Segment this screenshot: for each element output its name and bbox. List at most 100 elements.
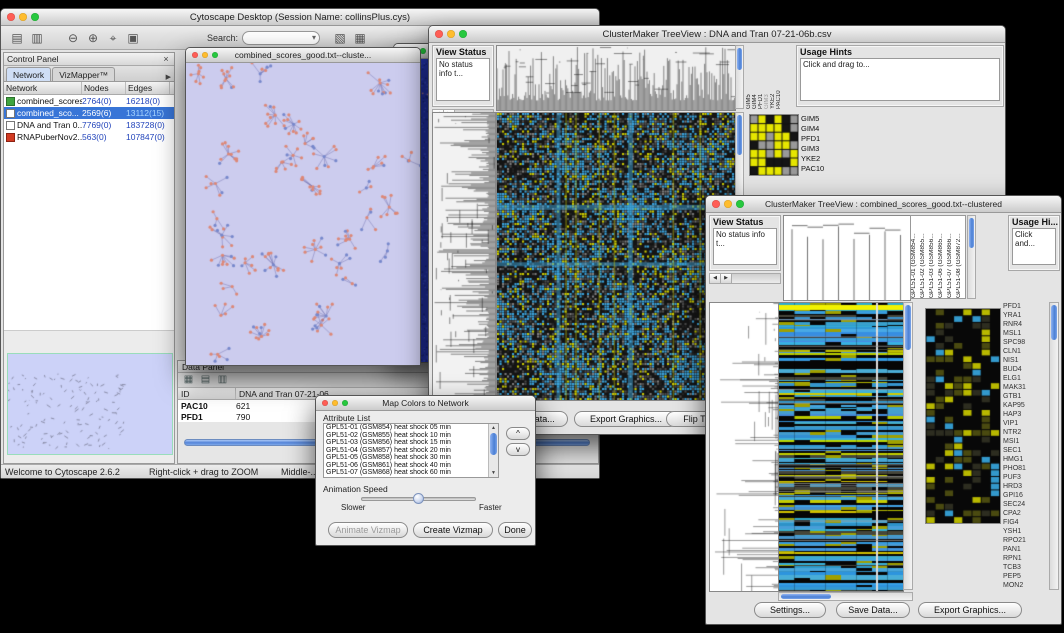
row-dendrogram-canvas[interactable] bbox=[709, 302, 779, 592]
slider-thumb[interactable] bbox=[413, 493, 424, 504]
zoom-button[interactable] bbox=[459, 30, 467, 38]
import-table-icon[interactable]: ▥ bbox=[216, 374, 229, 386]
gene-label[interactable]: SEC24 bbox=[1003, 500, 1047, 509]
heatmap-canvas[interactable] bbox=[778, 302, 904, 592]
network-view-titlebar[interactable]: combined_scores_good.txt--cluste... bbox=[186, 48, 420, 63]
attribute-item[interactable]: GPL51-03 (GSM856) heat shock 15 min bbox=[324, 439, 488, 447]
gene-label[interactable]: RPN1 bbox=[1003, 554, 1047, 563]
minimize-button[interactable] bbox=[19, 13, 27, 21]
zoom-button[interactable] bbox=[342, 400, 348, 406]
gene-label[interactable]: ELG1 bbox=[1003, 374, 1047, 383]
open-session-icon[interactable]: ▤ bbox=[9, 30, 25, 46]
create-vizmap-button[interactable]: Create Vizmap bbox=[413, 522, 493, 538]
search-input[interactable]: ▾ bbox=[242, 31, 320, 45]
minimize-button[interactable] bbox=[724, 200, 732, 208]
close-button[interactable] bbox=[322, 400, 328, 406]
close-panel-icon[interactable]: × bbox=[161, 54, 171, 64]
attribute-item[interactable]: GPL51-01 (GSM854) heat shock 05 min bbox=[324, 424, 488, 432]
attribute-item[interactable]: GPL51-05 (GSM858) heat shock 30 min bbox=[324, 454, 488, 462]
zoom-out-icon[interactable]: ⊖ bbox=[65, 30, 81, 46]
minimize-button[interactable] bbox=[332, 400, 338, 406]
gene-label[interactable]: VIP1 bbox=[1003, 419, 1047, 428]
column-dendrogram-canvas[interactable] bbox=[496, 45, 736, 111]
attribute-item[interactable]: GPL51-07 (GSM868) heat shock 60 min bbox=[324, 469, 488, 477]
gene-label[interactable]: FIG4 bbox=[1003, 518, 1047, 527]
tab-network[interactable]: Network bbox=[6, 67, 51, 81]
close-button[interactable] bbox=[7, 13, 15, 21]
attribute-list-scrollbar[interactable]: ▲ ▼ bbox=[488, 424, 498, 477]
export-graphics-button[interactable]: Export Graphics... bbox=[574, 411, 678, 427]
gene-label[interactable]: KAP95 bbox=[1003, 401, 1047, 410]
minimize-button[interactable] bbox=[202, 52, 208, 58]
save-data-button[interactable]: Save Data... bbox=[836, 602, 910, 618]
network-canvas[interactable] bbox=[186, 63, 420, 365]
attribute-item[interactable]: GPL51-04 (GSM857) heat shock 20 min bbox=[324, 447, 488, 455]
gene-label[interactable]: PHO81 bbox=[1003, 464, 1047, 473]
settings-button[interactable]: Settings... bbox=[754, 602, 826, 618]
birdseye-icon[interactable]: ▦ bbox=[352, 30, 368, 46]
scrollbar-track[interactable] bbox=[732, 274, 780, 283]
done-button[interactable]: Done bbox=[498, 522, 532, 538]
heatmap-horizontal-scrollbar[interactable] bbox=[778, 592, 913, 601]
scrollbar-thumb[interactable] bbox=[905, 305, 911, 350]
gene-label[interactable]: TCB3 bbox=[1003, 563, 1047, 572]
gene-label[interactable]: RNR4 bbox=[1003, 320, 1047, 329]
gene-label[interactable]: GTB1 bbox=[1003, 392, 1047, 401]
horizontal-scrollbar[interactable]: ◀ ▶ bbox=[709, 273, 781, 284]
gene-label[interactable]: CLN1 bbox=[1003, 347, 1047, 356]
scrollbar-thumb[interactable] bbox=[737, 115, 742, 155]
zoom-in-icon[interactable]: ⊕ bbox=[85, 30, 101, 46]
heatmap-canvas[interactable] bbox=[496, 112, 736, 401]
scroll-right-icon[interactable]: ▶ bbox=[721, 274, 732, 283]
zoom-selected-icon[interactable]: ⌖ bbox=[105, 30, 121, 46]
attribute-item[interactable]: GPL51-02 (GSM855) heat shock 10 min bbox=[324, 432, 488, 440]
network-row[interactable]: RNAPuberNov2...563(0)107847(0) bbox=[4, 131, 174, 143]
network-row[interactable]: combined_sco...2569(6)13112(15) bbox=[4, 107, 174, 119]
summary-heatmap-canvas[interactable] bbox=[925, 308, 1001, 524]
scrollbar-thumb[interactable] bbox=[781, 594, 831, 599]
scrollbar-thumb[interactable] bbox=[737, 48, 742, 70]
row-dendrogram-canvas[interactable] bbox=[432, 112, 496, 401]
gene-label[interactable]: YRA1 bbox=[1003, 311, 1047, 320]
gene-label[interactable]: BUD4 bbox=[1003, 365, 1047, 374]
tab-vizmapper[interactable]: VizMapper™ bbox=[52, 67, 115, 81]
gene-label[interactable]: PFD1 bbox=[1003, 302, 1047, 311]
scroll-left-icon[interactable]: ◀ bbox=[710, 274, 721, 283]
mini-vertical-scrollbar[interactable] bbox=[735, 45, 744, 109]
gene-label[interactable]: PUF3 bbox=[1003, 473, 1047, 482]
tab-overflow-icon[interactable]: ▶ bbox=[166, 73, 171, 81]
gene-label[interactable]: MAK31 bbox=[1003, 383, 1047, 392]
dialog-titlebar[interactable]: Map Colors to Network bbox=[316, 396, 535, 411]
treeview-dna-titlebar[interactable]: ClusterMaker TreeView : DNA and Tran 07-… bbox=[429, 26, 1005, 43]
search-dropdown-icon[interactable]: ▾ bbox=[312, 33, 316, 42]
gene-label[interactable]: MON2 bbox=[1003, 581, 1047, 590]
heatmap-vertical-scrollbar[interactable] bbox=[903, 302, 913, 590]
gene-label[interactable]: SPC98 bbox=[1003, 338, 1047, 347]
correlation-matrix-canvas[interactable] bbox=[749, 114, 799, 176]
gene-label[interactable]: HMG1 bbox=[1003, 455, 1047, 464]
cytoscape-titlebar[interactable]: Cytoscape Desktop (Session Name: collins… bbox=[1, 9, 599, 26]
scrollbar-thumb[interactable] bbox=[969, 218, 974, 248]
network-overview-thumbnail[interactable] bbox=[7, 353, 173, 455]
function-builder-icon[interactable]: ▤ bbox=[199, 374, 212, 386]
gene-label[interactable]: GPI16 bbox=[1003, 491, 1047, 500]
zoom-fit-icon[interactable]: ▣ bbox=[125, 30, 141, 46]
close-button[interactable] bbox=[435, 30, 443, 38]
zoom-button[interactable] bbox=[31, 13, 39, 21]
export-graphics-button[interactable]: Export Graphics... bbox=[918, 602, 1022, 618]
scroll-down-icon[interactable]: ▼ bbox=[489, 469, 498, 477]
close-button[interactable] bbox=[712, 200, 720, 208]
scroll-up-icon[interactable]: ▲ bbox=[489, 424, 498, 432]
gene-label[interactable]: PEP5 bbox=[1003, 572, 1047, 581]
zoom-button[interactable] bbox=[736, 200, 744, 208]
treeview-combined-titlebar[interactable]: ClusterMaker TreeView : combined_scores_… bbox=[706, 196, 1061, 213]
move-up-button[interactable]: ^ bbox=[506, 427, 530, 440]
gene-label[interactable]: NIS1 bbox=[1003, 356, 1047, 365]
minimize-button[interactable] bbox=[447, 30, 455, 38]
gene-label[interactable]: HAP3 bbox=[1003, 410, 1047, 419]
close-button[interactable] bbox=[192, 52, 198, 58]
gene-label[interactable]: CPA2 bbox=[1003, 509, 1047, 518]
move-down-button[interactable]: v bbox=[506, 443, 530, 456]
gene-label[interactable]: RPO21 bbox=[1003, 536, 1047, 545]
gene-label[interactable]: SEC1 bbox=[1003, 446, 1047, 455]
